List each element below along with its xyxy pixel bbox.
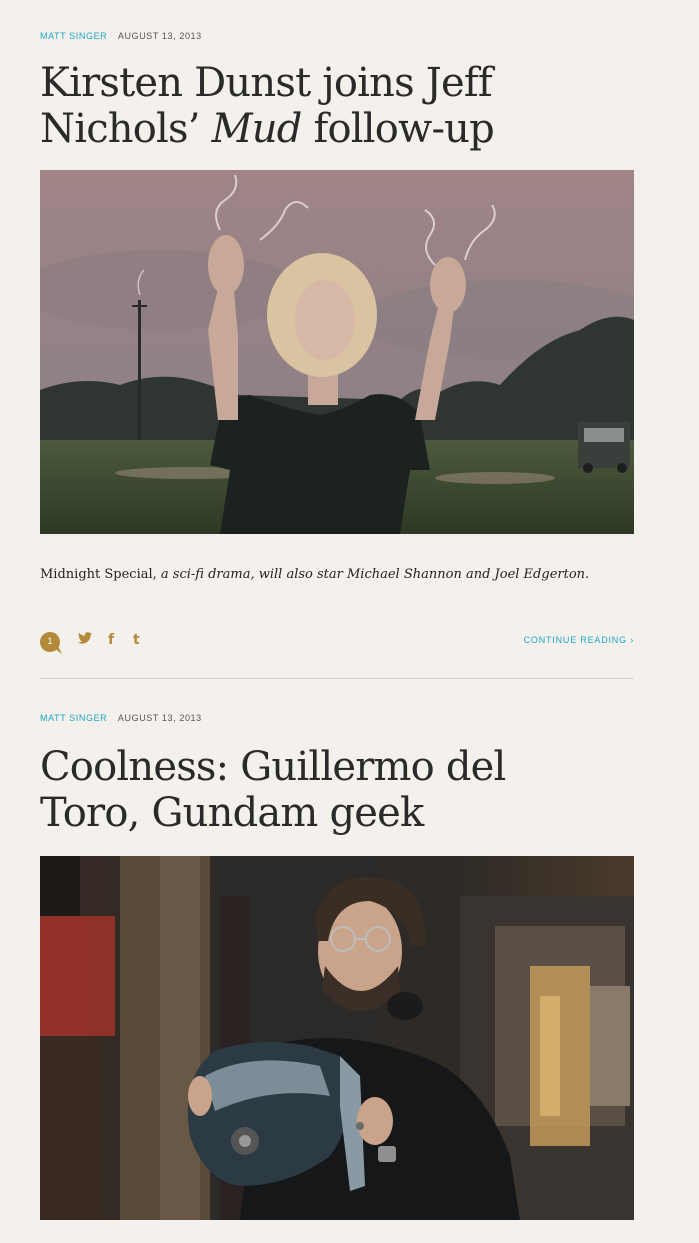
dek-title-ref: Midnight Special, [40,567,157,582]
article-title[interactable]: Kirsten Dunst joins Jeff Nichols’ Mud fo… [40,60,600,152]
twitter-icon[interactable] [78,632,92,649]
author-link[interactable]: Matt Singer [40,713,107,723]
author-link[interactable]: Matt Singer [40,31,107,41]
dunst-photo [40,170,634,534]
article-date: August 13, 2013 [117,31,202,41]
tumblr-icon[interactable]: t [133,632,140,648]
article-date: August 13, 2013 [117,713,202,723]
continue-reading-link[interactable]: Continue Reading › [524,635,634,645]
del-toro-photo [40,856,634,1220]
article-actions: 1 f t Continue Reading › [40,632,634,654]
title-em: Mud [211,106,303,152]
comment-count: 1 [47,636,53,646]
article-guillermo-del-toro: Matt Singer August 13, 2013 Coolness: Gu… [40,712,634,1220]
article-dek: Midnight Special, a sci-fi drama, will a… [40,566,634,584]
facebook-icon[interactable]: f [108,632,114,648]
article-meta: Matt Singer August 13, 2013 [40,712,634,724]
page: Matt Singer August 13, 2013 Kirsten Duns… [0,0,699,1243]
article-divider [40,678,634,679]
title-part-2: follow-up [301,106,494,152]
article-title[interactable]: Coolness: Guillermo del Toro, Gundam gee… [40,744,600,836]
comments-button[interactable]: 1 [40,632,64,654]
dek-italic: a sci-fi drama, will also star Michael S… [156,567,590,582]
article-meta: Matt Singer August 13, 2013 [40,30,634,42]
hero-image-del-toro[interactable] [40,856,634,1220]
hero-image-dunst[interactable] [40,170,634,534]
article-kirsten-dunst: Matt Singer August 13, 2013 Kirsten Duns… [40,30,634,654]
